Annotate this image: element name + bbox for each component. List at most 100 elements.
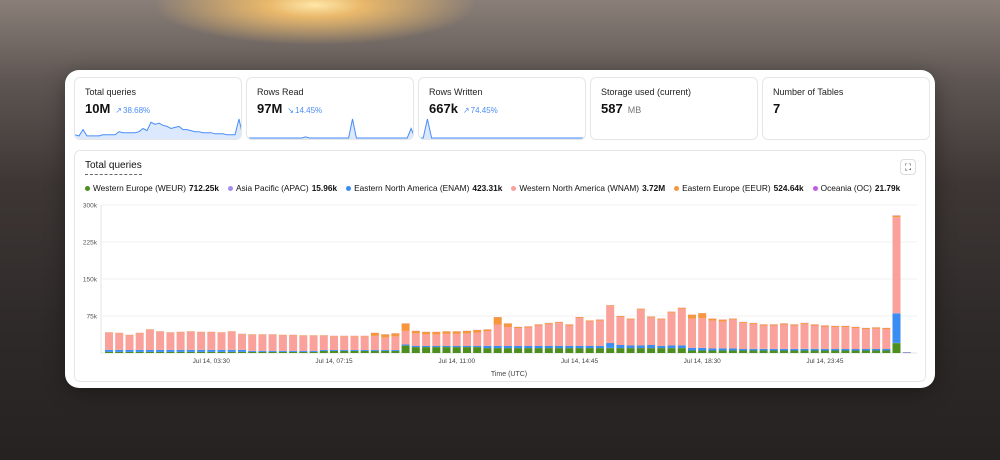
stat-total-queries[interactable]: Total queries 10M ↗ 38.68% bbox=[74, 77, 242, 140]
bar-stack[interactable] bbox=[452, 331, 461, 353]
bar-segment bbox=[698, 313, 707, 319]
bar-stack[interactable] bbox=[739, 321, 748, 353]
bar-stack[interactable] bbox=[401, 323, 410, 353]
legend-item[interactable]: Western North America (WNAM) 3.72M bbox=[511, 183, 665, 193]
bar-segment bbox=[411, 330, 420, 334]
bar-stack[interactable] bbox=[616, 316, 625, 353]
bar-stack[interactable] bbox=[125, 334, 134, 353]
legend-item[interactable]: Eastern Europe (EEUR) 524.64k bbox=[674, 183, 804, 193]
bar-stack[interactable] bbox=[759, 324, 768, 353]
bar-stack[interactable] bbox=[278, 334, 287, 353]
bar-stack[interactable] bbox=[810, 324, 819, 353]
bar-stack[interactable] bbox=[238, 333, 246, 353]
bar-stack[interactable] bbox=[135, 332, 144, 353]
bar-stack[interactable] bbox=[483, 329, 492, 353]
bar-stack[interactable] bbox=[432, 331, 441, 353]
bar-stack[interactable] bbox=[708, 318, 717, 354]
bar-stack[interactable] bbox=[544, 322, 553, 353]
bar-stack[interactable] bbox=[105, 332, 113, 353]
bar-stack[interactable] bbox=[248, 334, 257, 353]
bar-stack[interactable] bbox=[166, 332, 175, 353]
bar-stack[interactable] bbox=[555, 321, 563, 353]
bar-stack[interactable] bbox=[657, 318, 666, 354]
bar-stack[interactable] bbox=[872, 327, 881, 353]
bar-stack[interactable] bbox=[892, 215, 901, 353]
bar-stack[interactable] bbox=[176, 331, 185, 353]
bar-stack[interactable] bbox=[493, 317, 502, 353]
bar-stack[interactable] bbox=[902, 352, 911, 353]
bar-stack[interactable] bbox=[186, 331, 195, 353]
bar-stack[interactable] bbox=[227, 331, 236, 353]
bar-stack[interactable] bbox=[667, 311, 676, 353]
stat-storage-used[interactable]: Storage used (current) 587 MB bbox=[590, 77, 758, 140]
stat-number-of-tables[interactable]: Number of Tables 7 bbox=[762, 77, 930, 140]
bar-stack[interactable] bbox=[585, 320, 594, 353]
bar-segment bbox=[606, 343, 615, 348]
bar-stack[interactable] bbox=[514, 326, 523, 353]
bar-stack[interactable] bbox=[688, 314, 696, 354]
bar-stack[interactable] bbox=[575, 317, 584, 353]
bar-stack[interactable] bbox=[749, 322, 758, 353]
expand-icon[interactable]: ⛶ bbox=[900, 159, 916, 175]
stat-rows-read[interactable]: Rows Read 97M ↘ 14.45% bbox=[246, 77, 414, 140]
bar-stack[interactable] bbox=[370, 332, 379, 353]
bar-segment bbox=[636, 345, 645, 348]
bar-stack[interactable] bbox=[606, 305, 615, 353]
bar-stack[interactable] bbox=[698, 313, 707, 353]
bar-stack[interactable] bbox=[626, 318, 635, 354]
legend-item[interactable]: Western Europe (WEUR) 712.25k bbox=[85, 183, 219, 193]
bar-stack[interactable] bbox=[197, 331, 206, 353]
bar-stack[interactable] bbox=[319, 335, 328, 353]
bar-segment bbox=[636, 348, 645, 353]
bar-stack[interactable] bbox=[769, 324, 778, 353]
bar-stack[interactable] bbox=[156, 331, 165, 353]
bar-stack[interactable] bbox=[411, 330, 420, 353]
bar-stack[interactable] bbox=[831, 325, 840, 353]
bar-segment bbox=[278, 335, 287, 351]
stat-rows-written[interactable]: Rows Written 667k ↗ 74.45% bbox=[418, 77, 586, 140]
bar-stack[interactable] bbox=[503, 323, 512, 353]
bar-stack[interactable] bbox=[790, 324, 799, 353]
bar-stack[interactable] bbox=[718, 319, 727, 354]
bar-stack[interactable] bbox=[309, 335, 318, 353]
bar-stack[interactable] bbox=[861, 327, 870, 353]
bar-stack[interactable] bbox=[340, 335, 349, 353]
bar-stack[interactable] bbox=[800, 322, 809, 353]
bar-stack[interactable] bbox=[595, 319, 604, 354]
bar-stack[interactable] bbox=[350, 335, 359, 353]
bar-stack[interactable] bbox=[217, 332, 226, 353]
bar-stack[interactable] bbox=[463, 330, 471, 353]
bar-stack[interactable] bbox=[330, 335, 338, 353]
bar-stack[interactable] bbox=[841, 325, 850, 353]
bar-stack[interactable] bbox=[524, 326, 533, 353]
bar-stack[interactable] bbox=[442, 331, 451, 353]
bar-stack[interactable] bbox=[145, 329, 154, 353]
bar-stack[interactable] bbox=[268, 334, 277, 353]
bar-stack[interactable] bbox=[728, 318, 737, 354]
bar-stack[interactable] bbox=[299, 335, 308, 353]
bar-stack[interactable] bbox=[534, 324, 543, 353]
bar-stack[interactable] bbox=[289, 334, 298, 353]
bar-stack[interactable] bbox=[473, 329, 482, 353]
bar-stack[interactable] bbox=[391, 333, 400, 353]
bar-stack[interactable] bbox=[565, 324, 574, 353]
bar-stack[interactable] bbox=[360, 335, 369, 353]
bar-stack[interactable] bbox=[207, 331, 216, 353]
legend-item[interactable]: Eastern North America (ENAM) 423.31k bbox=[346, 183, 502, 193]
x-tick-label: Jul 14, 23:45 bbox=[806, 358, 844, 365]
chart-title[interactable]: Total queries bbox=[85, 160, 142, 175]
bar-stack[interactable] bbox=[636, 308, 645, 353]
bar-stack[interactable] bbox=[115, 332, 124, 353]
legend-item[interactable]: Asia Pacific (APAC) 15.96k bbox=[227, 183, 337, 193]
bar-stack[interactable] bbox=[780, 323, 788, 353]
bar-stack[interactable] bbox=[381, 334, 390, 353]
bar-segment bbox=[370, 349, 379, 351]
bar-stack[interactable] bbox=[820, 325, 829, 353]
bar-stack[interactable] bbox=[851, 326, 860, 353]
bar-stack[interactable] bbox=[677, 307, 686, 353]
bar-stack[interactable] bbox=[647, 316, 656, 354]
legend-item[interactable]: Oceania (OC) 21.79k bbox=[812, 183, 900, 193]
bar-stack[interactable] bbox=[258, 334, 267, 353]
bar-stack[interactable] bbox=[882, 327, 891, 353]
bar-stack[interactable] bbox=[422, 331, 431, 353]
